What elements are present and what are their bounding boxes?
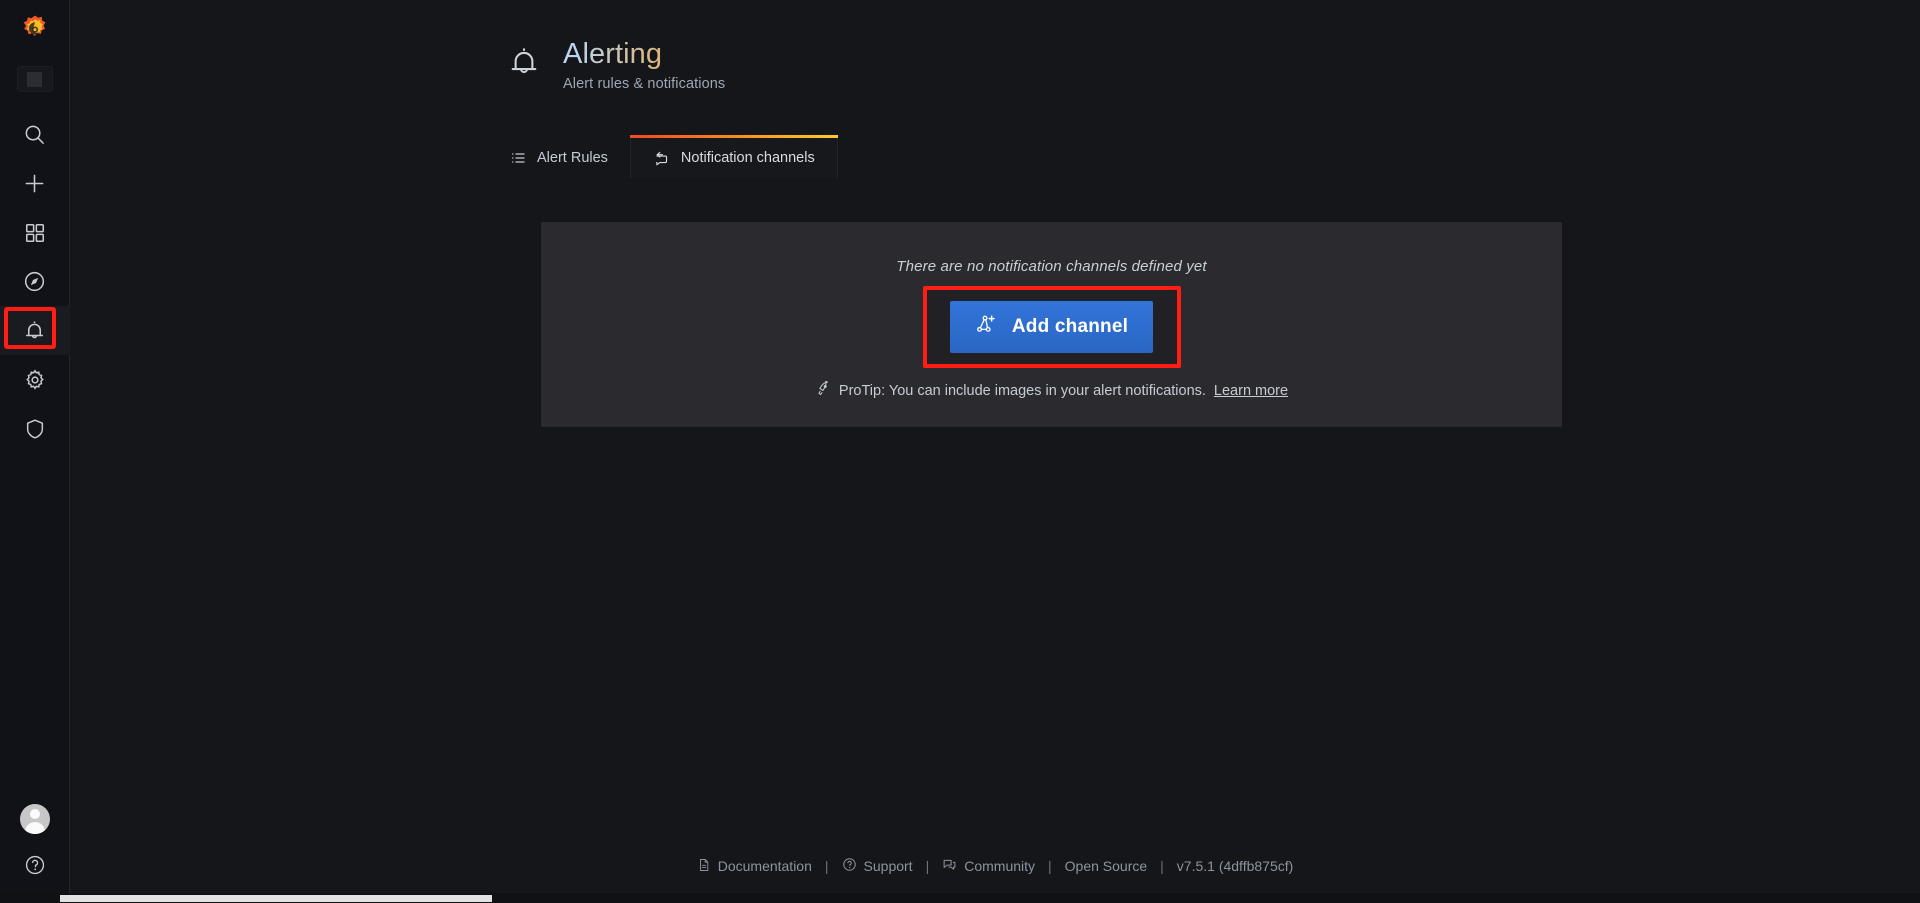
plus-icon — [23, 172, 46, 195]
tab-label: Alert Rules — [537, 150, 608, 166]
page-tabs: Alert Rules Notification channels — [488, 135, 838, 178]
page-title: Alerting — [563, 38, 725, 71]
page-subtitle: Alert rules & notifications — [563, 76, 726, 93]
sidebar-item-alerting[interactable] — [0, 306, 70, 355]
tab-alert-rules[interactable]: Alert Rules — [488, 138, 630, 178]
apps-grid-icon — [24, 222, 46, 244]
footer-link-label: Community — [964, 858, 1036, 874]
list-ul-icon — [510, 150, 526, 166]
protip-learn-more-link[interactable]: Learn more — [1214, 383, 1288, 399]
org-square-icon — [27, 71, 42, 87]
horizontal-scrollbar-thumb[interactable] — [60, 895, 492, 902]
footer-documentation-link[interactable]: Documentation — [697, 858, 812, 875]
question-circle-icon — [24, 855, 46, 880]
sidebar-item-create[interactable] — [0, 159, 70, 208]
search-icon — [23, 123, 46, 146]
page-footer: Documentation | Support | Community | Op… — [70, 857, 1920, 875]
footer-separator: | — [1160, 858, 1164, 874]
share-alt-add-icon — [975, 314, 996, 341]
protip-row: ProTip: You can include images in your a… — [815, 380, 1288, 401]
avatar[interactable] — [19, 804, 50, 834]
footer-open-source-link[interactable]: Open Source — [1065, 858, 1148, 874]
sidebar-nav — [0, 110, 70, 453]
footer-version: v7.5.1 (4dffb875cf) — [1176, 858, 1294, 874]
sidebar-item-dashboards[interactable] — [0, 208, 70, 257]
footer-separator: | — [824, 858, 829, 874]
comment-share-icon — [653, 150, 670, 167]
page-content: Alerting Alert rules & notifications Ale… — [70, 0, 1920, 903]
shield-icon — [24, 418, 46, 440]
rocket-icon — [815, 380, 831, 401]
org-switcher-chip[interactable] — [16, 66, 53, 92]
main-sidebar — [0, 0, 70, 903]
empty-state-text: There are no notification channels defin… — [896, 258, 1207, 275]
footer-link-label: Open Source — [1064, 858, 1148, 874]
add-channel-area: Add channel — [922, 286, 1181, 368]
sidebar-item-configuration[interactable] — [0, 355, 70, 404]
notification-channels-empty-panel: There are no notification channels defin… — [541, 222, 1562, 427]
footer-link-label: Support — [863, 858, 913, 874]
page-header: Alerting Alert rules & notifications — [507, 38, 725, 92]
tab-label: Notification channels — [680, 150, 815, 166]
footer-separator: | — [925, 858, 930, 874]
sidebar-bottom-group — [19, 804, 50, 881]
footer-support-link[interactable]: Support — [842, 857, 913, 875]
question-circle-icon — [842, 857, 857, 875]
sidebar-item-search[interactable] — [0, 110, 70, 159]
file-alt-icon — [697, 858, 711, 875]
sidebar-item-explore[interactable] — [0, 257, 70, 306]
sidebar-item-help[interactable] — [24, 854, 46, 881]
tab-notification-channels[interactable]: Notification channels — [629, 135, 838, 178]
bell-icon — [23, 319, 46, 342]
gear-icon — [24, 368, 46, 391]
protip-text: ProTip: You can include images in your a… — [838, 383, 1206, 399]
grafana-logo-icon — [20, 14, 50, 51]
sidebar-item-server-admin[interactable] — [0, 404, 70, 453]
grafana-logo-button[interactable] — [0, 6, 70, 58]
compass-icon — [23, 270, 46, 293]
add-channel-label: Add channel — [1011, 316, 1129, 337]
footer-community-link[interactable]: Community — [942, 857, 1035, 875]
bell-icon — [507, 44, 541, 85]
add-channel-button[interactable]: Add channel — [949, 301, 1154, 353]
comments-alt-icon — [942, 857, 957, 875]
footer-separator: | — [1048, 858, 1052, 874]
footer-link-label: Documentation — [717, 858, 812, 874]
